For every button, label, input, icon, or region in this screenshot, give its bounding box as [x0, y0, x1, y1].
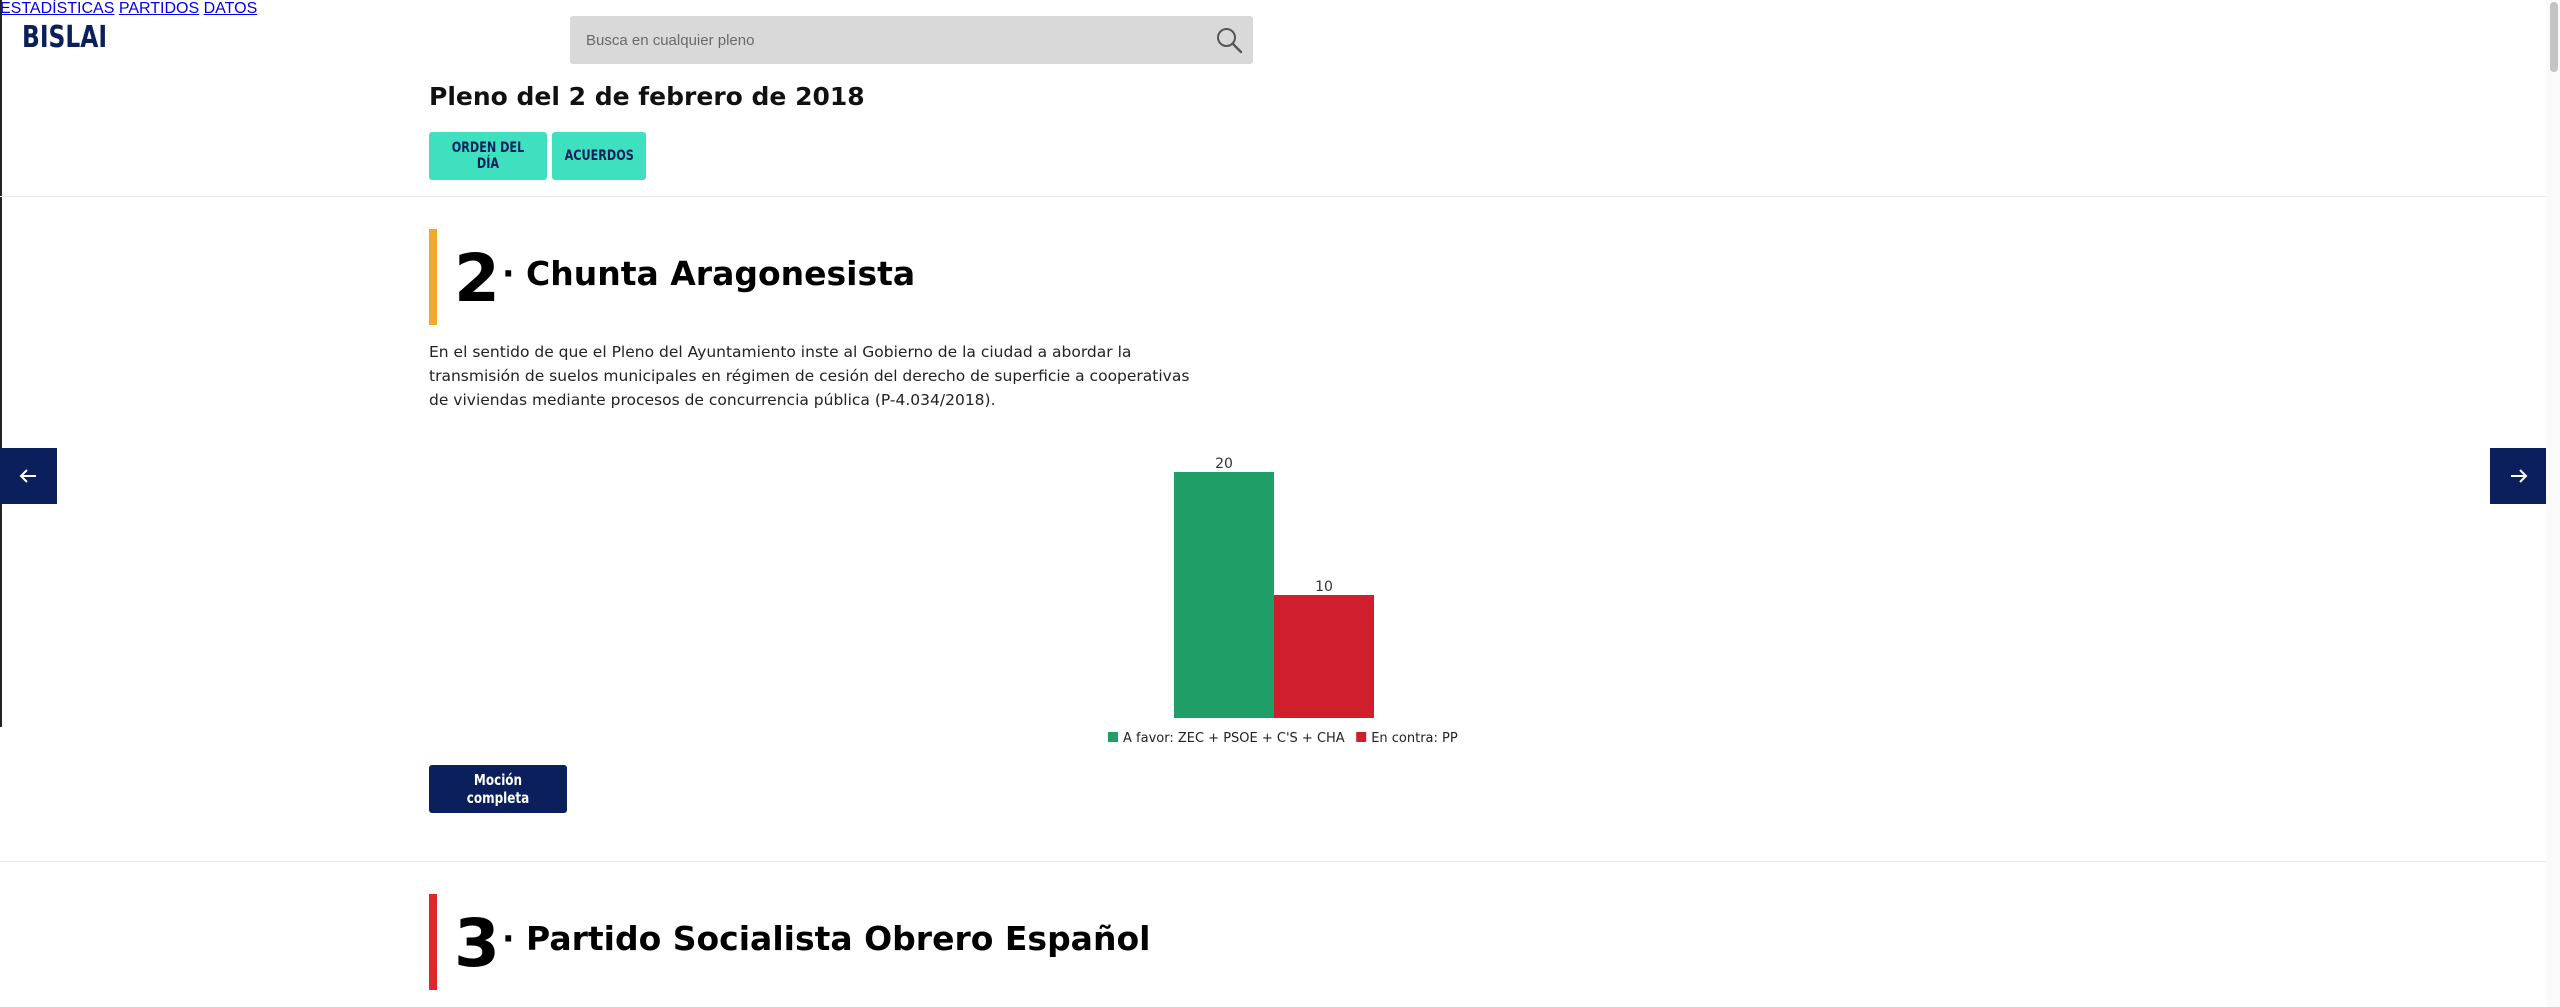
- tab-acuerdos[interactable]: ACUERDOS: [552, 132, 646, 180]
- full-motion-label: Moción completa: [466, 771, 530, 807]
- legend-label-1: En contra: PP: [1371, 731, 1458, 746]
- nav-estadisticas[interactable]: ESTADÍSTICAS: [0, 0, 114, 17]
- page-left-border: [0, 0, 2, 727]
- vote-chart: 20 10 A favor: ZEC + PSOE + C'S + CHA En co…: [1108, 456, 1458, 746]
- search-icon[interactable]: [1215, 26, 1243, 54]
- legend-label-0: A favor: ZEC + PSOE + C'S + CHA: [1123, 731, 1345, 746]
- prev-motion-button[interactable]: [0, 448, 57, 504]
- search-bar[interactable]: [570, 16, 1253, 64]
- app-logo[interactable]: BISLAI: [22, 20, 107, 55]
- legend-swatch-1: [1356, 732, 1367, 742]
- page-title: Pleno del 2 de febrero de 2018: [429, 82, 865, 111]
- next-motion-button[interactable]: [2490, 448, 2547, 504]
- bar-value-label-0: 20: [1215, 456, 1233, 472]
- item-party-name: · Chunta Aragonesista: [502, 254, 916, 293]
- tab-orden-del-dia[interactable]: ORDEN DEL DÍA: [429, 132, 547, 180]
- bar-0: [1174, 472, 1274, 718]
- arrow-right-icon: [2511, 469, 2528, 483]
- nav-datos[interactable]: DATOS: [204, 0, 258, 17]
- scrollbar-thumb[interactable]: [2550, 2, 2558, 72]
- tab-acuerdos-label: ACUERDOS: [564, 148, 634, 164]
- item-number: 2: [454, 240, 500, 317]
- search-input[interactable]: [570, 16, 1206, 64]
- item-description: En el sentido de que el Pleno del Ayunta…: [429, 343, 1190, 409]
- item-party-name: · Partido Socialista Obrero Español: [502, 919, 1151, 958]
- main-nav: ESTADÍSTICAS PARTIDOS DATOS: [0, 0, 2560, 18]
- bar-value-label-1: 10: [1315, 579, 1333, 595]
- legend-swatch-0: [1108, 732, 1118, 742]
- bar-1: [1274, 595, 1374, 718]
- item-number: 3: [454, 905, 500, 982]
- item-accent-bar: [429, 229, 437, 325]
- full-motion-button[interactable]: Moción completa: [429, 765, 567, 813]
- nav-partidos[interactable]: PARTIDOS: [119, 0, 199, 17]
- scrollbar[interactable]: [2546, 0, 2560, 1007]
- divider: [0, 196, 2560, 197]
- divider: [0, 861, 2560, 862]
- tab-orden-del-dia-label: ORDEN DEL DÍA: [451, 140, 525, 172]
- item-accent-bar: [429, 894, 437, 990]
- arrow-left-icon: [19, 469, 36, 483]
